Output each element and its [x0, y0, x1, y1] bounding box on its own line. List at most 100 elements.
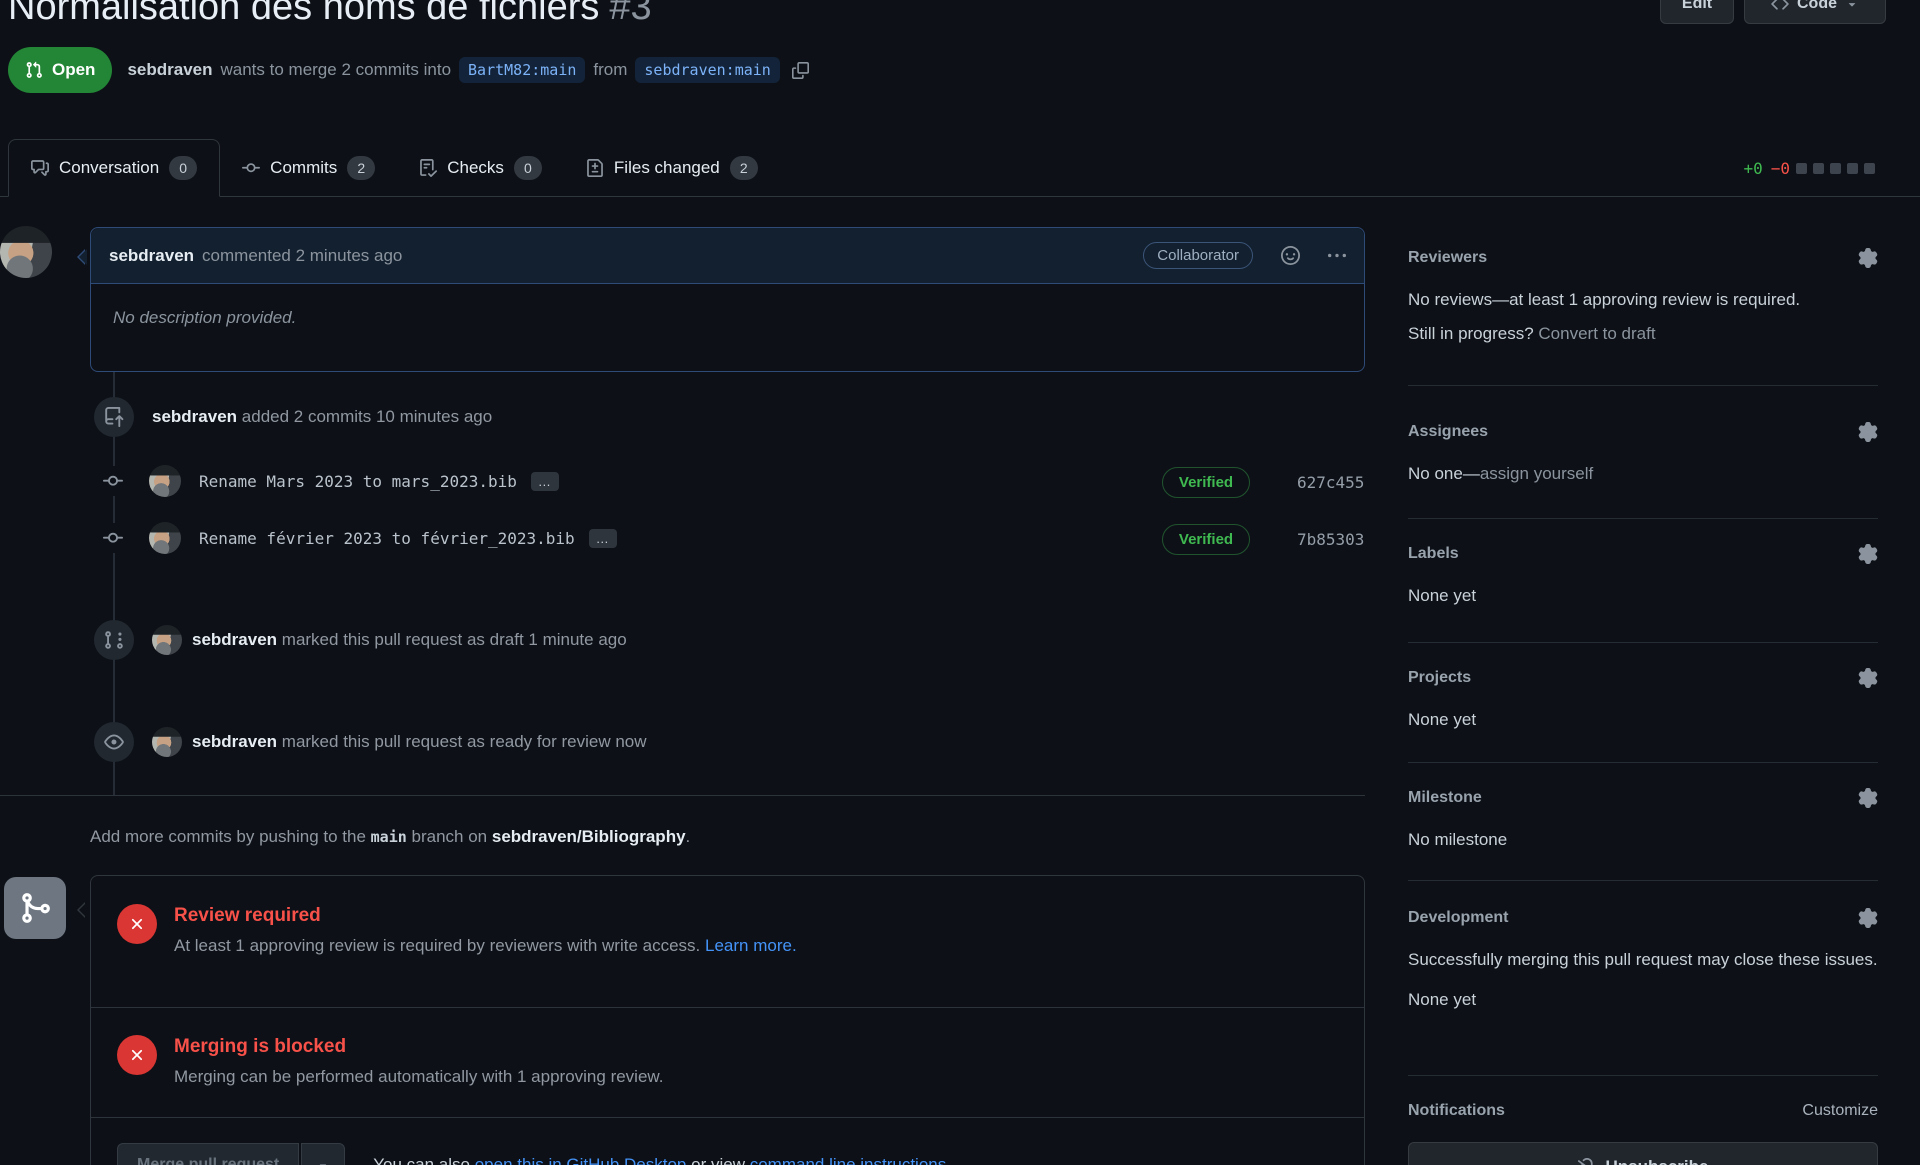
projects-heading: Projects	[1408, 669, 1471, 687]
tab-checks[interactable]: Checks 0	[397, 140, 564, 196]
sidebar-divider	[1408, 385, 1878, 386]
review-required-title: Review required	[174, 905, 797, 927]
checklist-icon	[419, 159, 437, 177]
verified-badge[interactable]: Verified	[1162, 467, 1250, 498]
commit-expand-button[interactable]: …	[531, 472, 559, 491]
gear-icon[interactable]	[1858, 908, 1878, 928]
learn-more-link[interactable]: Learn more.	[705, 936, 797, 955]
review-required-description: At least 1 approving review is required …	[174, 936, 797, 956]
commit-message-link[interactable]: Rename Mars 2023 to mars_2023.bib	[199, 472, 517, 491]
copy-branch-icon[interactable]	[792, 62, 809, 79]
reviewers-draft-row: Still in progress? Convert to draft	[1408, 321, 1878, 347]
tab-conversation-count: 0	[169, 156, 197, 180]
eye-icon	[94, 722, 134, 762]
merge-summary-text: wants to merge 2 commits into	[221, 60, 452, 80]
git-commit-icon	[103, 523, 123, 553]
git-commit-icon	[242, 159, 260, 177]
push-note-repo-link[interactable]: sebdraven/Bibliography	[492, 827, 686, 846]
page-title: Normalisation des noms de fichiers#3	[8, 0, 652, 29]
merge-pull-request-button[interactable]: Merge pull request	[117, 1143, 299, 1165]
labels-heading: Labels	[1408, 545, 1459, 563]
tab-commits[interactable]: Commits 2	[220, 140, 397, 196]
avatar[interactable]	[149, 522, 181, 554]
avatar[interactable]	[0, 226, 52, 278]
tab-checks-label: Checks	[447, 158, 504, 178]
gear-icon[interactable]	[1858, 248, 1878, 268]
command-line-link[interactable]: command line instructions	[750, 1155, 947, 1165]
comment-meta: commented 2 minutes ago	[202, 246, 402, 266]
diffstat-additions: +0	[1743, 159, 1762, 178]
gear-icon[interactable]	[1858, 668, 1878, 688]
event-author-link[interactable]: sebdraven	[152, 407, 237, 426]
comment-header: sebdraven commented 2 minutes ago Collab…	[91, 228, 1364, 284]
tab-conversation[interactable]: Conversation 0	[8, 139, 220, 197]
avatar[interactable]	[152, 727, 182, 757]
assign-yourself-link[interactable]: assign yourself	[1480, 464, 1593, 483]
convert-to-draft-link[interactable]: Convert to draft	[1538, 324, 1655, 343]
commit-expand-button[interactable]: …	[589, 529, 617, 548]
sidebar-section-projects: Projects None yet	[1408, 668, 1878, 733]
diffstat-block	[1847, 163, 1858, 174]
event-text: sebdraven added 2 commits 10 minutes ago	[152, 407, 492, 427]
base-branch-label[interactable]: BartM82:main	[459, 57, 585, 83]
avatar[interactable]	[149, 465, 181, 497]
sidebar-section-notifications: Notifications Customize	[1408, 1102, 1878, 1120]
pr-author-link[interactable]: sebdraven	[127, 60, 212, 80]
sidebar-divider	[1408, 642, 1878, 643]
commit-message-link[interactable]: Rename février 2023 to février_2023.bib	[199, 529, 575, 548]
commit-row: Rename Mars 2023 to mars_2023.bib …	[103, 465, 559, 497]
tab-checks-count: 0	[514, 156, 542, 180]
development-status: None yet	[1408, 987, 1878, 1013]
github-desktop-link[interactable]: open this in GitHub Desktop	[475, 1155, 687, 1165]
kebab-menu-icon[interactable]	[1328, 247, 1346, 265]
avatar[interactable]	[152, 625, 182, 655]
diffstat-block	[1864, 163, 1875, 174]
merge-summary: sebdraven wants to merge 2 commits into …	[127, 57, 808, 83]
alt-text: or view	[691, 1155, 745, 1165]
collaborator-badge: Collaborator	[1143, 242, 1253, 269]
tab-files-changed[interactable]: Files changed 2	[564, 140, 780, 196]
commit-sha-link[interactable]: 7b85303	[1297, 530, 1364, 549]
gear-icon[interactable]	[1858, 422, 1878, 442]
code-icon	[1771, 0, 1789, 13]
event-description: marked this pull request as draft 1 minu…	[282, 630, 627, 649]
comment-author-link[interactable]: sebdraven	[109, 246, 194, 266]
pr-meta-row: Open sebdraven wants to merge 2 commits …	[8, 47, 809, 93]
status-badge-label: Open	[52, 60, 95, 80]
event-author-link[interactable]: sebdraven	[192, 732, 277, 751]
gear-icon[interactable]	[1858, 788, 1878, 808]
code-button[interactable]: Code	[1744, 0, 1886, 24]
unsubscribe-button[interactable]: Unsubscribe	[1408, 1142, 1878, 1165]
merging-blocked-title: Merging is blocked	[174, 1036, 663, 1058]
edit-button-label: Edit	[1682, 0, 1712, 13]
edit-button[interactable]: Edit	[1660, 0, 1734, 24]
labels-status: None yet	[1408, 583, 1878, 609]
push-note-text: .	[686, 827, 691, 846]
x-circle-icon	[117, 904, 157, 944]
merging-blocked-section: Merging is blocked Merging can be perfor…	[91, 1009, 1364, 1118]
head-branch-label[interactable]: sebdraven:main	[635, 57, 779, 83]
event-ready-for-review: sebdraven marked this pull request as re…	[94, 722, 647, 762]
verified-badge[interactable]: Verified	[1162, 524, 1250, 555]
sidebar-section-development: Development Successfully merging this pu…	[1408, 908, 1878, 1014]
event-author-link[interactable]: sebdraven	[192, 630, 277, 649]
smiley-reaction-icon[interactable]	[1281, 246, 1300, 265]
gear-icon[interactable]	[1858, 544, 1878, 564]
still-in-progress-text: Still in progress?	[1408, 324, 1534, 343]
assignees-status: No one—assign yourself	[1408, 461, 1878, 487]
tab-commits-count: 2	[347, 156, 375, 180]
diffstat-block	[1830, 163, 1841, 174]
diffstat[interactable]: +0 −0	[1743, 159, 1875, 178]
commit-row: Rename février 2023 to février_2023.bib …	[103, 522, 617, 554]
sidebar-section-reviewers: Reviewers No reviews—at least 1 approvin…	[1408, 248, 1878, 348]
sidebar-divider	[1408, 518, 1878, 519]
merge-button-group: Merge pull request	[117, 1143, 345, 1165]
file-diff-icon	[586, 159, 604, 177]
commit-sha-link[interactable]: 627c455	[1297, 473, 1364, 492]
event-text: sebdraven marked this pull request as re…	[192, 732, 647, 752]
unsubscribe-label: Unsubscribe	[1606, 1157, 1709, 1165]
merge-options-dropdown[interactable]	[301, 1143, 345, 1165]
alt-text: You can also	[373, 1155, 470, 1165]
customize-link[interactable]: Customize	[1802, 1102, 1878, 1120]
diffstat-block	[1813, 163, 1824, 174]
